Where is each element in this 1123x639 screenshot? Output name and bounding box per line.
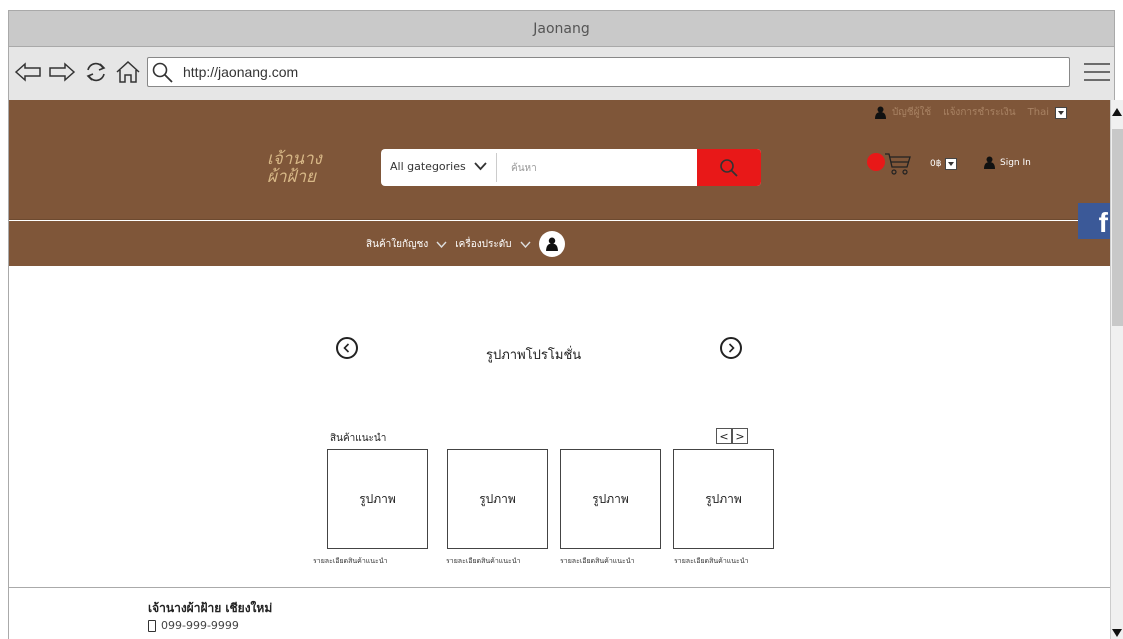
hamburger-menu-icon[interactable] — [1083, 58, 1111, 86]
forward-icon[interactable] — [47, 57, 77, 87]
chevron-right-icon — [728, 343, 735, 353]
facebook-icon[interactable]: f — [1078, 203, 1110, 239]
payment-link[interactable]: แจ้งการชำระเงิน — [943, 105, 1016, 120]
chevron-down-icon[interactable] — [520, 241, 531, 248]
user-icon — [545, 237, 558, 251]
window-title: Jaonang — [533, 20, 590, 37]
home-icon[interactable] — [113, 57, 143, 87]
url-text: http://jaonang.com — [183, 64, 299, 80]
scroll-up-icon[interactable] — [1112, 108, 1122, 116]
divider — [496, 153, 497, 182]
product-card[interactable]: รูปภาพ — [327, 449, 428, 549]
user-icon — [984, 156, 995, 169]
scrollbar-thumb[interactable] — [1112, 129, 1123, 326]
product-card[interactable]: รูปภาพ — [447, 449, 548, 549]
window-title-bar: Jaonang — [8, 10, 1115, 47]
product-card[interactable]: รูปภาพ — [560, 449, 661, 549]
category-nav: สินค้าใยกัญชง เครื่องประดับ — [9, 221, 1110, 266]
recommended-prev-button[interactable]: < — [716, 428, 732, 444]
cart-count-badge — [867, 153, 885, 171]
promo-image: รูปภาพโปรโมชั่น — [486, 348, 582, 363]
top-strip: บัญชีผู้ใช้ แจ้งการชำระเงิน Thai — [9, 100, 1110, 128]
language-dropdown-icon[interactable] — [1055, 106, 1067, 119]
website-viewport: บัญชีผู้ใช้ แจ้งการชำระเงิน Thai เจ้านาง… — [8, 100, 1110, 639]
store-phone: 099-999-9999 — [148, 619, 239, 632]
sign-in-link[interactable]: Sign In — [984, 156, 1031, 169]
cart-icon[interactable] — [884, 152, 912, 176]
store-name: เจ้านางผ้าฝ้าย เชียงใหม่ — [148, 601, 273, 615]
logo[interactable]: เจ้านาง ผ้าฝ้าย — [267, 150, 322, 186]
promo-prev-button[interactable] — [336, 337, 358, 359]
site-footer: เจ้านางผ้าฝ้าย เชียงใหม่ 099-999-9999 — [9, 587, 1110, 639]
search-bar: All gategories ค้นหา — [381, 149, 761, 186]
user-icon — [874, 106, 886, 119]
product-caption[interactable]: รายละเอียดสินค้าแนะนำ — [560, 556, 635, 567]
chevron-left-icon — [343, 343, 350, 353]
product-card[interactable]: รูปภาพ — [673, 449, 774, 549]
search-input[interactable]: ค้นหา — [511, 161, 537, 176]
scroll-down-icon[interactable] — [1112, 629, 1122, 637]
chevron-down-icon — [474, 162, 487, 171]
category-label: All gategories — [390, 160, 466, 173]
search-button[interactable] — [697, 149, 761, 186]
site-header: เจ้านาง ผ้าฝ้าย All gategories ค้นหา 0฿ … — [9, 128, 1110, 220]
recommended-title: สินค้าแนะนำ — [330, 433, 387, 444]
language-selector[interactable]: Thai — [1028, 107, 1049, 118]
nav-item-hemp[interactable]: สินค้าใยกัญชง — [366, 237, 428, 252]
category-dropdown[interactable]: All gategories — [390, 160, 487, 173]
user-avatar[interactable] — [538, 231, 565, 257]
address-bar: http://jaonang.com — [8, 47, 1115, 100]
vertical-scrollbar[interactable] — [1110, 100, 1123, 639]
back-icon[interactable] — [13, 57, 43, 87]
money-dropdown-icon[interactable] — [945, 158, 958, 170]
recommended-pager: < > — [716, 428, 748, 444]
recommended-next-button[interactable]: > — [732, 428, 748, 444]
promo-next-button[interactable] — [720, 337, 742, 359]
product-caption[interactable]: รายละเอียดสินค้าแนะนำ — [313, 556, 388, 567]
chevron-down-icon[interactable] — [436, 241, 447, 248]
phone-icon — [148, 619, 156, 632]
reload-icon[interactable] — [81, 57, 111, 87]
account-link[interactable]: บัญชีผู้ใช้ — [892, 105, 931, 120]
product-caption[interactable]: รายละเอียดสินค้าแนะนำ — [446, 556, 521, 567]
search-icon — [152, 62, 173, 83]
url-field[interactable]: http://jaonang.com — [147, 57, 1070, 87]
cart-total[interactable]: 0฿ — [930, 158, 958, 170]
nav-item-jewelry[interactable]: เครื่องประดับ — [455, 237, 511, 252]
product-caption[interactable]: รายละเอียดสินค้าแนะนำ — [674, 556, 749, 567]
search-icon — [720, 158, 738, 177]
